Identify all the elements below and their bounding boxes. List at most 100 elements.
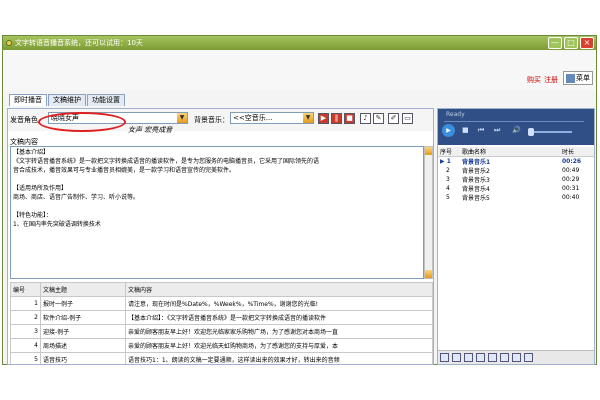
col-content: 文稿内容 xyxy=(125,282,433,297)
chevron-down-icon: ▼ xyxy=(303,113,313,123)
minimize-button[interactable]: — xyxy=(548,37,562,49)
move-down-icon[interactable] xyxy=(512,353,521,362)
song-duration: 00:31 xyxy=(562,185,580,192)
title-bar: 文字转语音播音系统，还可以试用：10天 — □ × xyxy=(3,36,596,50)
list-item[interactable]: 5 背景音乐5 00:40 xyxy=(438,193,594,202)
app-window: 文字转语音播音系统，还可以试用：10天 — □ × 购买 注册 菜单 即时播音 … xyxy=(2,35,597,365)
cell-number: 1 xyxy=(10,296,41,311)
buy-link[interactable]: 购买 xyxy=(527,75,541,85)
add-folder-icon[interactable] xyxy=(452,353,461,362)
content-line xyxy=(13,202,421,211)
music-panel: Ready ▶ ■ ⏮ ⏭ 🔊 序号 歌曲名称 时长 ▶ 1 背景音乐1 00:… xyxy=(437,108,595,365)
progress-track[interactable] xyxy=(444,121,584,122)
col-index: 序号 xyxy=(438,147,460,157)
edit-item-icon[interactable] xyxy=(464,353,473,362)
player-status: Ready xyxy=(446,111,465,118)
cell-topic: 报时一例子 xyxy=(40,296,126,311)
cell-topic: 周场描述 xyxy=(40,338,126,353)
cell-content: 语音技巧1：1、朗读的文稿一定要通顺，这样读出来的效果才好，转出来的音频 xyxy=(125,352,433,364)
list-item[interactable]: ▶ 1 背景音乐1 00:26 xyxy=(438,157,594,166)
voice-label: 发音角色 xyxy=(10,116,38,124)
song-duration: 00:40 xyxy=(562,194,580,201)
table-row[interactable]: 2 软件介绍-例子 【基本介绍】：《文字转语音播音系统》是一款把文字转换成语音的… xyxy=(10,310,433,325)
current-marker-icon: ▶ xyxy=(440,158,445,165)
song-name: 背景音乐1 xyxy=(462,159,491,166)
script-table: 编号 文稿主题 文稿内容 1 报时一例子 请注意，现在时间是%Date%，%We… xyxy=(10,282,433,364)
table-row[interactable]: 3 迎接-例子 亲爱的顾客朋友早上好！欢迎您光临家家乐购物广场，为了感谢您对本商… xyxy=(10,324,433,339)
app-icon xyxy=(6,40,12,46)
volume-icon[interactable]: 🔊 xyxy=(512,126,521,134)
brush-icon[interactable]: ✎ xyxy=(373,113,384,124)
highlight-circle xyxy=(38,112,126,132)
play-tool-icon[interactable]: ▶ xyxy=(318,113,329,124)
col-duration: 时长 xyxy=(560,147,594,157)
table-row[interactable]: 1 报时一例子 请注意，现在时间是%Date%，%Week%，%Time%，谢谢… xyxy=(10,296,433,311)
broadcast-panel: 发音角色 晓晓女声 ▼ 背景音乐： <<空音乐... ▼ ▶ ‖ ■ ♪ ✎ ✐… xyxy=(7,108,434,365)
pause-tool-icon[interactable]: ‖ xyxy=(331,113,342,124)
cell-content: 【基本介绍】：《文字转语音播音系统》是一款把文字转换成语音的播读软件 xyxy=(125,310,433,325)
text-scrollbar[interactable] xyxy=(424,146,433,279)
song-name: 背景音乐3 xyxy=(462,177,490,184)
tab-instant-broadcast[interactable]: 即时播音 xyxy=(9,94,47,106)
content-line: 音合成技术，播音效果可与专业播音员相媲美，是一款学习和语音宣传的完美软件。 xyxy=(13,167,236,174)
cell-number: 2 xyxy=(10,310,41,325)
table-header: 编号 文稿主题 文稿内容 xyxy=(10,282,433,297)
song-index: 3 xyxy=(446,176,450,183)
previous-icon[interactable]: ⏮ xyxy=(478,126,484,135)
content-line: 【适用场所及作用】 xyxy=(13,185,68,192)
playlist-header: 序号 歌曲名称 时长 xyxy=(438,147,594,157)
maximize-button[interactable]: □ xyxy=(564,37,578,49)
content-line: 【特色功能】： xyxy=(13,212,53,219)
stop-tool-icon[interactable]: ■ xyxy=(344,113,355,124)
move-up-icon[interactable] xyxy=(500,353,509,362)
script-text-area[interactable]: 【基本介绍】 《文字转语音播音系统》是一款把文字转换成语音的播读软件，是专为您服… xyxy=(10,146,424,279)
cell-number: 4 xyxy=(10,338,41,353)
cell-topic: 语音技巧 xyxy=(40,352,126,364)
music-note-icon[interactable]: ♪ xyxy=(360,113,371,124)
playlist-toolbar xyxy=(438,350,594,364)
register-link[interactable]: 注册 xyxy=(544,75,558,85)
menu-label: 菜单 xyxy=(576,74,590,82)
cell-content: 请注意，现在时间是%Date%，%Week%，%Time%，谢谢您的光临! xyxy=(125,296,433,311)
list-item[interactable]: 3 背景音乐3 00:29 xyxy=(438,175,594,184)
monitor-icon[interactable]: ▭ xyxy=(402,113,413,124)
volume-slider[interactable] xyxy=(528,128,572,136)
content-line: 【基本介绍】 xyxy=(13,149,50,156)
cell-number: 3 xyxy=(10,324,41,339)
edit-icon[interactable]: ✐ xyxy=(388,113,399,124)
bgm-select[interactable]: <<空音乐... ▼ xyxy=(230,112,314,124)
save-list-icon[interactable] xyxy=(488,353,497,362)
list-item[interactable]: 2 背景音乐2 00:49 xyxy=(438,166,594,175)
bgm-value: <<空音乐... xyxy=(233,114,273,122)
cell-number: 5 xyxy=(10,352,41,364)
volume-knob[interactable] xyxy=(528,128,534,136)
loop-icon[interactable] xyxy=(524,353,533,362)
menu-icon xyxy=(566,74,575,83)
song-index: 4 xyxy=(446,185,450,192)
scroll-down-icon[interactable] xyxy=(425,270,432,278)
menu-button[interactable]: 菜单 xyxy=(563,71,593,85)
song-duration: 00:49 xyxy=(562,167,580,174)
play-icon[interactable]: ▶ xyxy=(442,124,455,137)
delete-item-icon[interactable] xyxy=(476,353,485,362)
content-line xyxy=(13,175,421,184)
tab-settings[interactable]: 功能设置 xyxy=(87,94,125,106)
cell-topic: 迎接-例子 xyxy=(40,324,126,339)
next-icon[interactable]: ⏭ xyxy=(494,126,500,135)
list-item[interactable]: 4 背景音乐4 00:31 xyxy=(438,184,594,193)
song-name: 背景音乐5 xyxy=(462,195,490,202)
col-topic: 文稿主题 xyxy=(40,282,126,297)
cell-topic: 软件介绍-例子 xyxy=(40,310,126,325)
table-row[interactable]: 4 周场描述 亲爱的顾客朋友早上好！欢迎光临天虹购物商场，为了感谢您的支持与厚爱… xyxy=(10,338,433,353)
table-row[interactable]: 5 语音技巧 语音技巧1：1、朗读的文稿一定要通顺，这样读出来的效果才好，转出来… xyxy=(10,352,433,364)
add-music-icon[interactable] xyxy=(440,353,449,362)
scroll-up-icon[interactable] xyxy=(425,147,432,155)
song-duration: 00:29 xyxy=(562,176,580,183)
stop-icon[interactable]: ■ xyxy=(462,126,469,134)
player-bar: Ready ▶ ■ ⏮ ⏭ 🔊 xyxy=(438,109,594,145)
playlist: 序号 歌曲名称 时长 ▶ 1 背景音乐1 00:26 2 背景音乐2 00:49… xyxy=(438,147,594,202)
song-name: 背景音乐2 xyxy=(462,168,490,175)
close-button[interactable]: × xyxy=(580,37,594,49)
tab-script-maintenance[interactable]: 文稿维护 xyxy=(48,94,86,106)
handwritten-note: 女声 宏亮成音 xyxy=(128,126,173,134)
